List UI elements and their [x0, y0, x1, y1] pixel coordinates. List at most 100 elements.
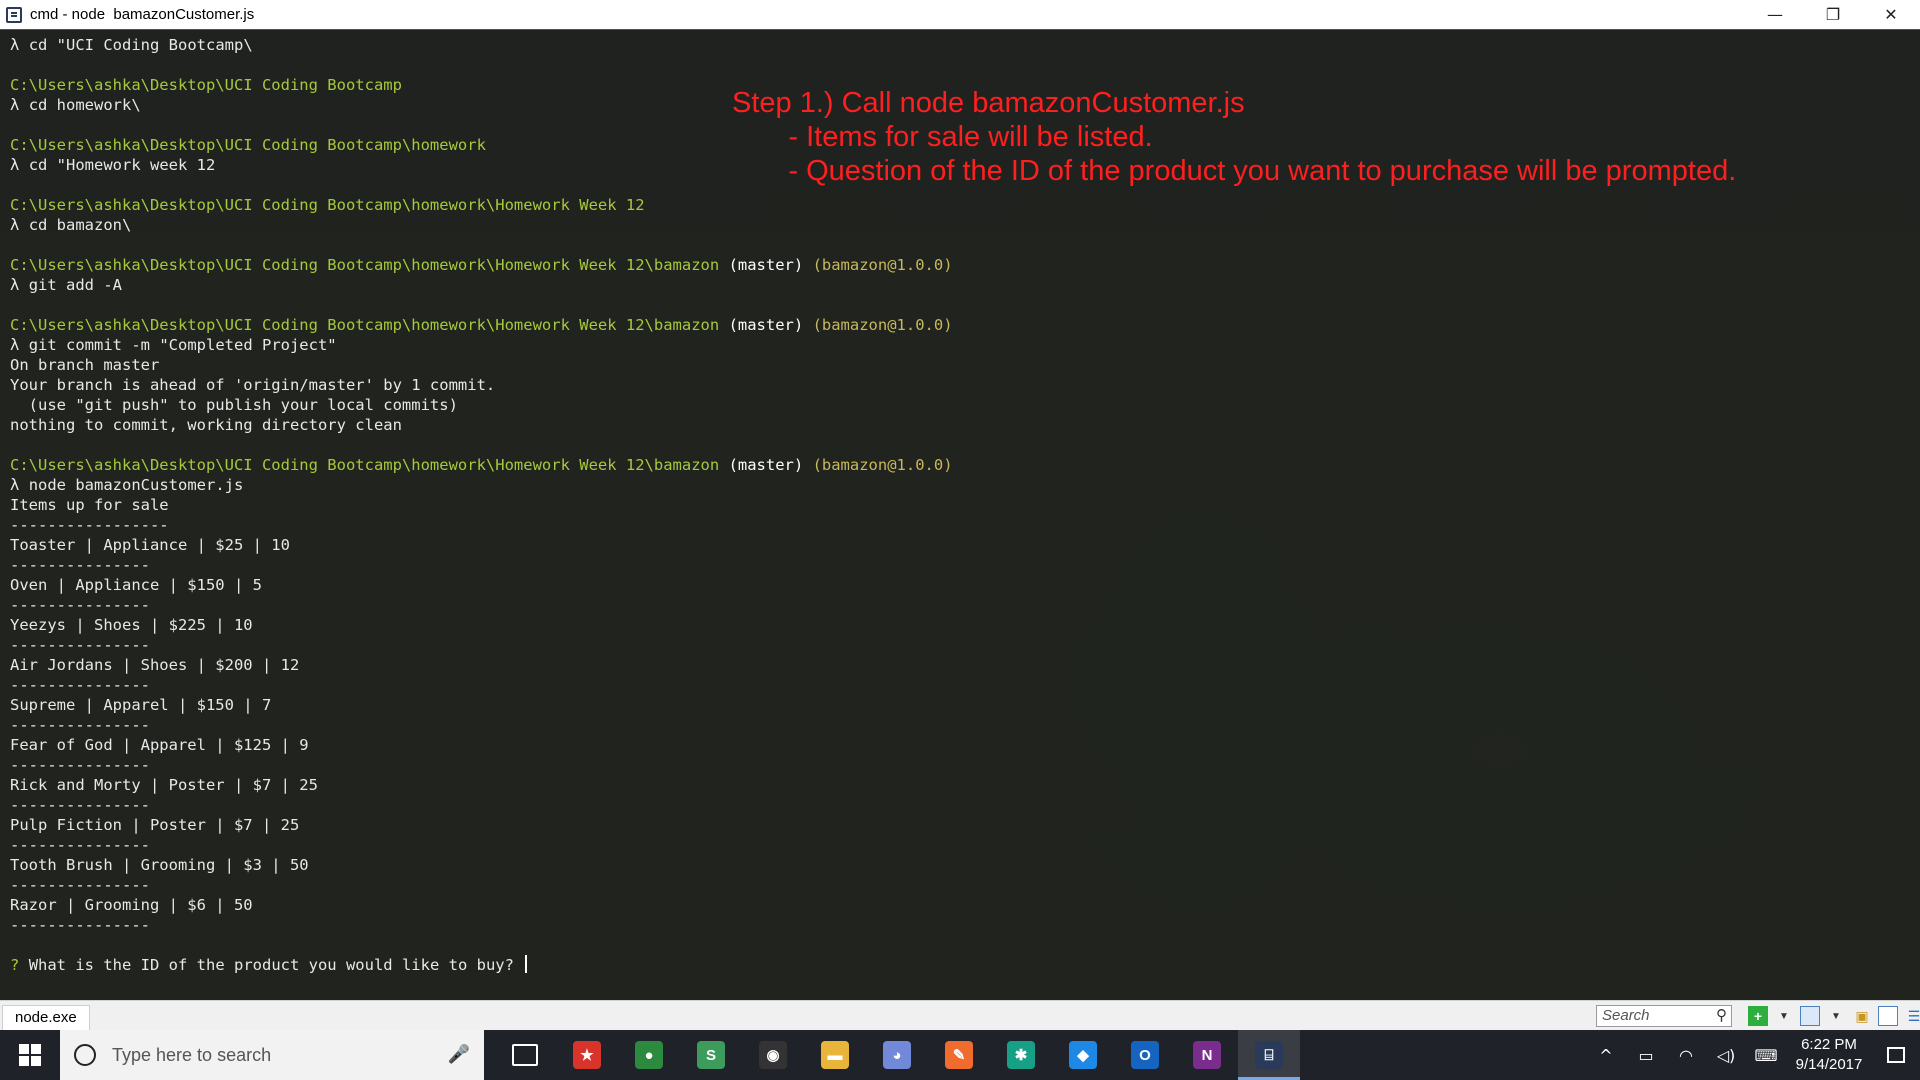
console-tab[interactable]: node.exe	[2, 1005, 90, 1030]
command-line: λ cd homework\	[10, 95, 141, 115]
taskbar-app-file-explorer[interactable]: ▬	[804, 1030, 866, 1080]
onenote-icon: N	[1193, 1041, 1221, 1069]
command-line: λ cd bamazon\	[10, 215, 131, 235]
start-button[interactable]	[0, 1030, 60, 1080]
prompt-lambda: λ	[10, 96, 20, 114]
cmder-app-icon	[6, 6, 22, 23]
taskbar-search-placeholder: Type here to search	[112, 1044, 272, 1065]
prompt-path-line: C:\Users\ashka\Desktop\UCI Coding Bootca…	[10, 135, 486, 155]
output-line: ---------------	[10, 836, 150, 854]
discord-icon: ◕	[883, 1041, 911, 1069]
notification-center-icon[interactable]	[1872, 1030, 1920, 1080]
chevron-up-icon[interactable]: ^	[1586, 1030, 1626, 1080]
output-line: Items up for sale	[10, 496, 169, 514]
outlook-icon: O	[1131, 1041, 1159, 1069]
statusbar-tools: + ▼ ▼ ▣ ☰	[1748, 1006, 1920, 1026]
taskbar-app-gitkraken[interactable]: ✱	[990, 1030, 1052, 1080]
output-line: Oven | Appliance | $150 | 5	[10, 576, 262, 594]
git-branch: (master)	[728, 456, 804, 474]
new-tab-icon[interactable]: +	[1748, 1006, 1768, 1026]
windows-taskbar: Type here to search 🎤 ★ ● S ◉ ▬ ◕ ✎ ✱ ◆ O N ⌸ ^ ▭ ◠…	[0, 1030, 1920, 1080]
output-line: ---------------	[10, 756, 150, 774]
command-text: git add -A	[28, 276, 123, 294]
prompt-path-line: C:\Users\ashka\Desktop\UCI Coding Bootca…	[10, 315, 953, 335]
taskbar-app-task-view[interactable]	[494, 1030, 556, 1080]
annotation-line: - Question of the ID of the product you …	[732, 155, 1737, 187]
output-line: Toaster | Appliance | $25 | 10	[10, 536, 290, 554]
prompt-path-line: C:\Users\ashka\Desktop\UCI Coding Bootca…	[10, 195, 645, 215]
taskbar-app-wunderlist[interactable]: ★	[556, 1030, 618, 1080]
taskbar-app-pen-app[interactable]: ✎	[928, 1030, 990, 1080]
split-view-icon[interactable]	[1878, 1006, 1898, 1026]
annotation-line: Step 1.) Call node bamazonCustomer.js	[732, 87, 1245, 119]
command-text: cd bamazon\	[28, 216, 132, 234]
package-version: (bamazon@1.0.0)	[812, 456, 953, 474]
output-line: ---------------	[10, 916, 150, 934]
output-line: Pulp Fiction | Poster | $7 | 25	[10, 816, 300, 834]
clock[interactable]: 6:22 PM 9/14/2017	[1786, 1035, 1872, 1075]
prompt-lambda: λ	[10, 156, 20, 174]
output-line: Rick and Morty | Poster | $7 | 25	[10, 776, 318, 794]
prompt-path: C:\Users\ashka\Desktop\UCI Coding Bootca…	[10, 196, 645, 214]
keyboard-icon[interactable]: ⌨	[1746, 1030, 1786, 1080]
package-version: (bamazon@1.0.0)	[812, 316, 953, 334]
output-line: Your branch is ahead of 'origin/master' …	[10, 376, 496, 394]
clock-time: 6:22 PM	[1801, 1036, 1857, 1053]
output-line: ---------------	[10, 636, 150, 654]
statusbar-search-input[interactable]: Search ⚲	[1596, 1005, 1732, 1027]
restore-button[interactable]: ❐	[1804, 0, 1862, 29]
color-app-icon: ◉	[759, 1041, 787, 1069]
output-line: (use "git push" to publish your local co…	[10, 396, 458, 414]
command-line: λ cd "UCI Coding Bootcamp\	[10, 35, 253, 55]
lock-icon[interactable]: ▣	[1852, 1006, 1872, 1026]
prompt-path: C:\Users\ashka\Desktop\UCI Coding Bootca…	[10, 136, 486, 154]
chevron-down-icon[interactable]: ▼	[1826, 1006, 1846, 1026]
text-cursor[interactable]	[525, 955, 528, 973]
battery-icon[interactable]: ▭	[1626, 1030, 1666, 1080]
close-button[interactable]: ✕	[1862, 0, 1920, 29]
inquirer-question[interactable]: ? What is the ID of the product you woul…	[10, 955, 528, 975]
output-line: nothing to commit, working directory cle…	[10, 416, 402, 434]
statusbar-search-placeholder: Search	[1602, 1007, 1650, 1024]
prompt-path-line: C:\Users\ashka\Desktop\UCI Coding Bootca…	[10, 455, 953, 475]
git-branch: (master)	[728, 256, 804, 274]
prompt-path: C:\Users\ashka\Desktop\UCI Coding Bootca…	[10, 316, 720, 334]
output-line: Supreme | Apparel | $150 | 7	[10, 696, 272, 714]
task-view-icon	[512, 1044, 538, 1066]
wifi-icon[interactable]: ◠	[1666, 1030, 1706, 1080]
question-text: What is the ID of the product you would …	[28, 956, 514, 974]
annotation-line: - Items for sale will be listed.	[732, 121, 1153, 153]
prompt-path: C:\Users\ashka\Desktop\UCI Coding Bootca…	[10, 456, 720, 474]
output-line: ---------------	[10, 556, 150, 574]
volume-icon[interactable]: ◁)	[1706, 1030, 1746, 1080]
taskbar-app-onenote[interactable]: N	[1176, 1030, 1238, 1080]
search-icon[interactable]: ⚲	[1716, 1006, 1727, 1026]
output-line: Fear of God | Apparel | $125 | 9	[10, 736, 309, 754]
taskbar-app-outlook[interactable]: O	[1114, 1030, 1176, 1080]
taskbar-app-chrome[interactable]: ●	[618, 1030, 680, 1080]
console-view-icon[interactable]	[1800, 1006, 1820, 1026]
output-line: Yeezys | Shoes | $225 | 10	[10, 616, 253, 634]
output-line: Razor | Grooming | $6 | 50	[10, 896, 253, 914]
output-line: ---------------	[10, 796, 150, 814]
minimize-button[interactable]: —	[1746, 0, 1804, 29]
package-version: (bamazon@1.0.0)	[812, 256, 953, 274]
taskbar-search-box[interactable]: Type here to search 🎤	[60, 1030, 484, 1080]
clock-date: 9/14/2017	[1795, 1056, 1863, 1073]
pen-app-icon: ✎	[945, 1041, 973, 1069]
taskbar-app-color-app[interactable]: ◉	[742, 1030, 804, 1080]
menu-icon[interactable]: ☰	[1904, 1006, 1920, 1026]
cortana-icon	[74, 1044, 96, 1066]
output-line: Tooth Brush | Grooming | $3 | 50	[10, 856, 309, 874]
taskbar-app-dropbox[interactable]: ◆	[1052, 1030, 1114, 1080]
window-titlebar[interactable]: cmd - node bamazonCustomer.js — ❐ ✕	[0, 0, 1920, 30]
chevron-down-icon[interactable]: ▼	[1774, 1006, 1794, 1026]
taskbar-app-slack[interactable]: S	[680, 1030, 742, 1080]
microphone-icon[interactable]: 🎤	[448, 1044, 470, 1065]
wunderlist-icon: ★	[573, 1041, 601, 1069]
output-line: ---------------	[10, 596, 150, 614]
taskbar-app-cmder[interactable]: ⌸	[1238, 1030, 1300, 1080]
output-line: -----------------	[10, 516, 169, 534]
taskbar-app-discord[interactable]: ◕	[866, 1030, 928, 1080]
prompt-lambda: λ	[10, 216, 20, 234]
